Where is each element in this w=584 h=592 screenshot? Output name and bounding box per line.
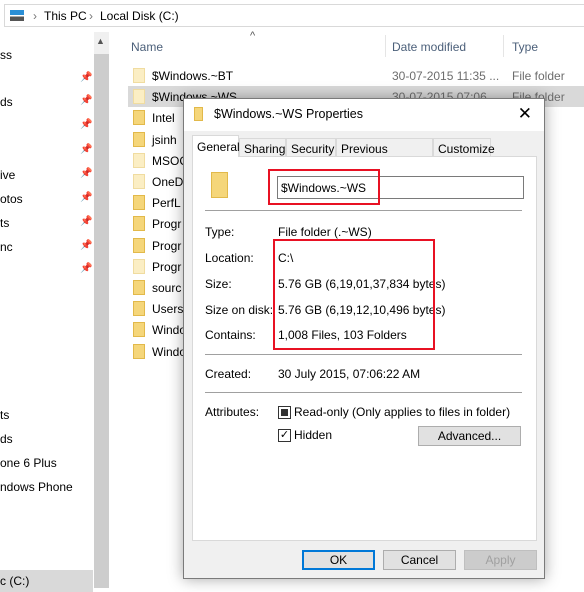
pin-icon: 📌 (80, 95, 93, 106)
nav-item[interactable]: otos (0, 192, 23, 206)
breadcrumb-this-pc[interactable]: This PC (44, 9, 87, 23)
type-value: File folder (.~WS) (278, 225, 372, 239)
nav-item[interactable]: ts (0, 216, 9, 230)
address-bar[interactable]: › This PC › Local Disk (C:) (4, 4, 584, 27)
folder-icon (133, 174, 145, 189)
tab-sharing[interactable]: Sharing (239, 138, 286, 157)
file-name: sourc (152, 281, 182, 295)
type-label: Type: (205, 225, 235, 239)
nav-item[interactable]: ds (0, 432, 13, 446)
ok-button[interactable]: OK (302, 550, 375, 570)
dialog-title: $Windows.~WS Properties (214, 107, 364, 121)
folder-icon (211, 172, 228, 198)
created-label: Created: (205, 367, 252, 381)
tab-previous-versions[interactable]: Previous Versions (336, 138, 433, 170)
sort-ascending-icon: ^ (250, 30, 256, 42)
location-label: Location: (205, 251, 254, 265)
apply-button[interactable]: Apply (464, 550, 537, 570)
nav-item[interactable]: ts (0, 408, 9, 422)
column-header-name[interactable]: Name (131, 40, 163, 54)
cancel-button[interactable]: Cancel (383, 550, 456, 570)
readonly-checkbox[interactable] (278, 406, 291, 419)
nav-scrollbar[interactable]: ▲ (94, 32, 109, 588)
file-name: Intel (152, 111, 175, 126)
folder-icon (194, 107, 203, 121)
tab-customize[interactable]: Customize (433, 138, 495, 157)
general-panel: Type: File folder (.~WS) Location: C:\ S… (192, 156, 537, 541)
size-label: Size: (205, 277, 232, 291)
created-value: 30 July 2015, 07:06:22 AM (278, 367, 421, 381)
nav-item[interactable]: ndows Phone (0, 480, 73, 494)
chevron-right-icon: › (89, 9, 93, 23)
file-name: Progr (152, 259, 182, 274)
pin-icon: 📌 (80, 144, 93, 155)
pin-icon: 📌 (80, 119, 93, 130)
chevron-right-icon: › (33, 9, 37, 23)
folder-icon (133, 131, 145, 147)
file-name: Users (152, 302, 184, 317)
folder-icon (133, 110, 145, 126)
nav-item[interactable]: one 6 Plus (0, 456, 57, 470)
folder-icon (133, 258, 145, 274)
file-name: jsinh (152, 132, 177, 147)
tab-general[interactable]: General (192, 135, 240, 157)
folder-icon (133, 343, 145, 359)
properties-dialog: $Windows.~WS Properties ✕ General Sharin… (183, 98, 545, 579)
nav-item[interactable]: ss (0, 48, 12, 62)
folder-icon (133, 280, 145, 295)
advanced-button[interactable]: Advanced... (418, 426, 521, 446)
scroll-up-icon[interactable]: ▲ (96, 36, 105, 46)
this-pc-icon (10, 10, 24, 21)
size-on-disk-label: Size on disk: (205, 303, 274, 317)
close-icon[interactable]: ✕ (518, 104, 532, 124)
file-date: 30-07-2015 11:35 ... (392, 69, 500, 83)
contains-label: Contains: (205, 328, 256, 342)
breadcrumb-local-disk[interactable]: Local Disk (C:) (100, 9, 179, 23)
file-name: Progr (152, 217, 182, 232)
folder-icon (133, 216, 145, 232)
highlight-box (268, 169, 380, 205)
navigation-pane: ss 📌 ds 📌 📌 📌 ive 📌 otos 📌 ts 📌 nc 📌 📌 t… (0, 32, 94, 592)
nav-item[interactable]: nc (0, 240, 13, 254)
tab-security[interactable]: Security (286, 138, 336, 157)
readonly-label: Read-only (Only applies to files in fold… (294, 405, 511, 419)
file-name: OneD (152, 175, 184, 189)
file-name: $Windows.~BT (152, 69, 234, 83)
file-name: Windo (152, 344, 187, 359)
file-row[interactable]: $Windows.~BT 30-07-2015 11:35 ... File fol… (128, 65, 584, 86)
file-type: File folder (512, 69, 565, 83)
folder-icon (133, 89, 145, 105)
folder-icon (133, 237, 145, 253)
column-header-type[interactable]: Type (512, 40, 538, 54)
folder-icon (133, 301, 145, 317)
attributes-label: Attributes: (205, 405, 260, 419)
file-name: Windo (152, 323, 187, 338)
nav-item[interactable]: ive (0, 168, 15, 182)
dialog-title-bar[interactable]: $Windows.~WS Properties ✕ (184, 99, 544, 131)
folder-icon (133, 195, 145, 211)
pin-icon: 📌 (80, 192, 93, 203)
file-name: PerfL (152, 196, 181, 211)
hidden-checkbox[interactable]: ✓ (278, 429, 291, 442)
folder-icon (133, 152, 145, 168)
pin-icon: 📌 (80, 263, 93, 274)
pin-icon: 📌 (80, 216, 93, 227)
nav-item[interactable]: ds (0, 95, 13, 109)
folder-icon (133, 68, 145, 83)
pin-icon: 📌 (80, 240, 93, 251)
hidden-label: Hidden (294, 428, 333, 442)
pin-icon: 📌 (80, 72, 93, 83)
column-header-date[interactable]: Date modified (392, 40, 466, 54)
nav-item-local-disk[interactable]: c (C:) (0, 570, 93, 592)
folder-icon (133, 322, 145, 338)
highlight-box (273, 239, 435, 350)
file-name: Progr (152, 238, 182, 253)
pin-icon: 📌 (80, 168, 93, 179)
